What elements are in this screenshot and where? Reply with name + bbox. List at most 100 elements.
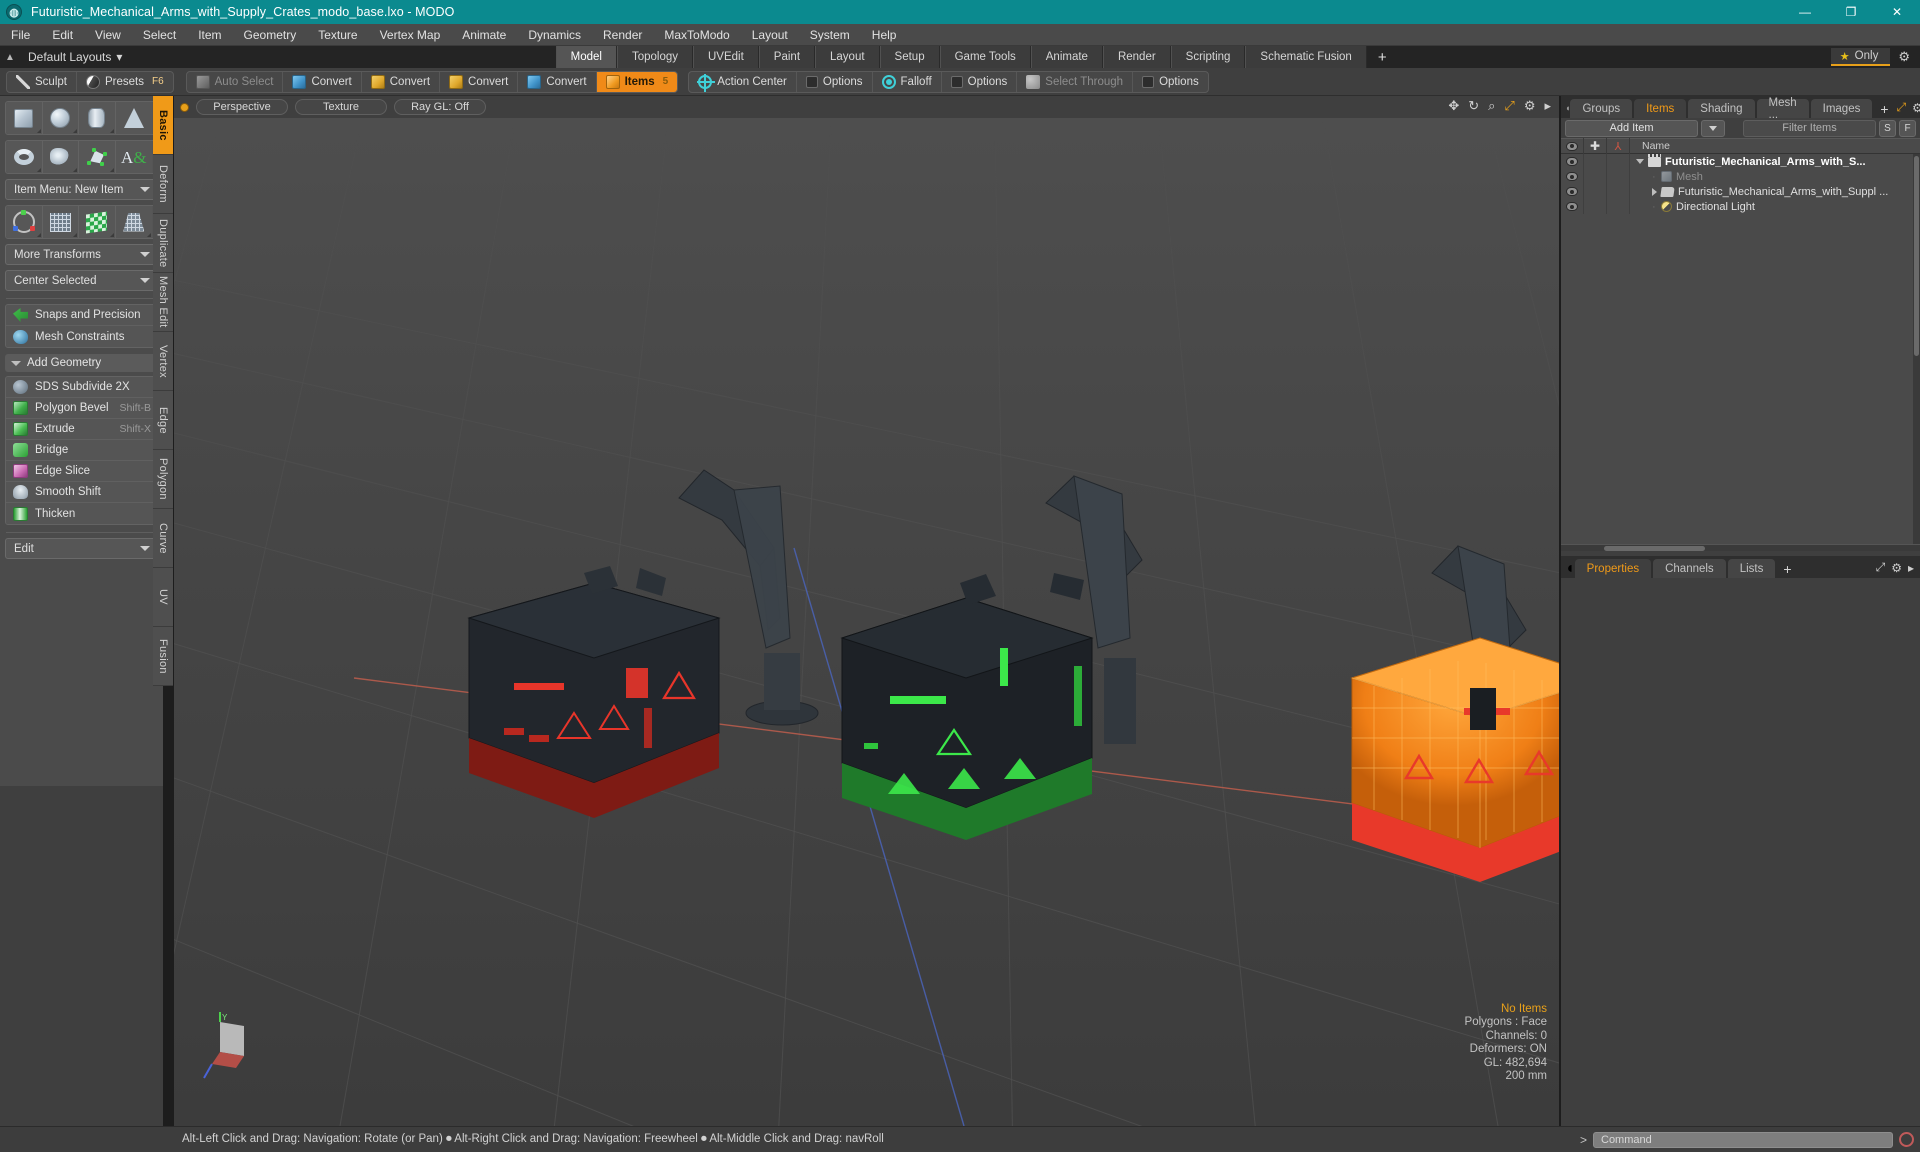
- geometry-tool-sds-subdivide-2x[interactable]: SDS Subdivide 2X: [6, 377, 158, 398]
- axis-column-cell[interactable]: [1607, 169, 1630, 184]
- menu-item-view[interactable]: View: [84, 24, 132, 46]
- menu-item-file[interactable]: File: [0, 24, 41, 46]
- text-primitive-button[interactable]: A&: [115, 141, 152, 173]
- zoom-icon[interactable]: ⌕: [1488, 98, 1495, 114]
- viewport-3d[interactable]: Perspective Texture Ray GL: Off ✥ ↻ ⌕ ⤢ …: [174, 96, 1559, 1126]
- expand-icon-2[interactable]: ⤢: [1876, 560, 1886, 575]
- mesh-grid-button[interactable]: [42, 206, 79, 238]
- vertical-tab-uv[interactable]: UV: [153, 568, 173, 627]
- menu-item-geometry[interactable]: Geometry: [233, 24, 308, 46]
- filter-s-button[interactable]: S: [1879, 119, 1896, 137]
- cylinder-primitive-button[interactable]: [79, 102, 116, 134]
- vertical-tab-vertex[interactable]: Vertex: [153, 332, 173, 391]
- maximize-button[interactable]: ❐: [1828, 0, 1874, 24]
- geometry-tool-thicken[interactable]: Thicken: [6, 503, 158, 524]
- layout-tab-model[interactable]: Model: [555, 46, 617, 68]
- viewport-canvas[interactable]: Y No Items Polygons : Face Channels: 0 D…: [174, 118, 1559, 1126]
- properties-tab-properties[interactable]: Properties: [1574, 559, 1652, 578]
- vertical-tab-edge[interactable]: Edge: [153, 391, 173, 450]
- axis-column-cell[interactable]: [1607, 199, 1630, 214]
- auto-select-button[interactable]: Auto Select: [187, 71, 284, 92]
- lock-column-cell[interactable]: [1584, 184, 1607, 199]
- polygon-primitive-button[interactable]: [79, 141, 116, 173]
- layout-tab-scripting[interactable]: Scripting: [1170, 46, 1246, 68]
- cone-primitive-button[interactable]: [115, 102, 152, 134]
- menu-item-item[interactable]: Item: [187, 24, 232, 46]
- viewport-shading-dropdown[interactable]: Texture: [295, 99, 387, 115]
- filter-f-button[interactable]: F: [1899, 119, 1916, 137]
- falloff-options-button[interactable]: Options: [942, 71, 1018, 92]
- convert-vertices-button[interactable]: Convert: [283, 71, 362, 92]
- visibility-toggle[interactable]: [1561, 154, 1584, 169]
- add-geometry-section-header[interactable]: Add Geometry: [5, 354, 159, 372]
- menu-item-system[interactable]: System: [799, 24, 861, 46]
- close-button[interactable]: ✕: [1874, 0, 1920, 24]
- only-toggle-button[interactable]: ★ Only: [1830, 48, 1891, 66]
- expand-icon[interactable]: ⤢: [1897, 100, 1907, 115]
- chevron-right-icon[interactable]: [1652, 187, 1657, 196]
- items-mode-button[interactable]: Items 5: [596, 71, 678, 92]
- right-tab-items[interactable]: Items: [1634, 99, 1687, 118]
- layout-tab-game-tools[interactable]: Game Tools: [939, 46, 1031, 68]
- transform-gizmo-button[interactable]: [6, 206, 43, 238]
- items-horizontal-scrollbar[interactable]: [1561, 544, 1920, 551]
- add-properties-tab-button[interactable]: +: [1777, 559, 1797, 578]
- action-center-options-button[interactable]: Options: [797, 71, 873, 92]
- menu-item-help[interactable]: Help: [861, 24, 908, 46]
- lock-column-cell[interactable]: [1584, 169, 1607, 184]
- presets-button[interactable]: Presets F6: [77, 72, 173, 92]
- checker-mesh-button[interactable]: [79, 206, 116, 238]
- filter-items-input[interactable]: Filter Items: [1743, 119, 1876, 137]
- vertical-tab-curve[interactable]: Curve: [153, 509, 173, 568]
- viewport-projection-dropdown[interactable]: Perspective: [196, 99, 288, 115]
- layout-tab-topology[interactable]: Topology: [616, 46, 693, 68]
- axis-column-cell[interactable]: [1607, 184, 1630, 199]
- geometry-tool-bridge[interactable]: Bridge: [6, 440, 158, 461]
- layout-tab-layout[interactable]: Layout: [815, 46, 880, 68]
- gear-icon-2[interactable]: ⚙: [1891, 561, 1902, 575]
- menu-item-select[interactable]: Select: [132, 24, 187, 46]
- select-through-button[interactable]: Select Through: [1017, 71, 1134, 92]
- default-layouts-dropdown[interactable]: Default Layouts ▾: [20, 50, 122, 64]
- menu-item-dynamics[interactable]: Dynamics: [517, 24, 592, 46]
- layout-tab-animate[interactable]: Animate: [1030, 46, 1103, 68]
- menu-item-maxtomodo[interactable]: MaxToModo: [653, 24, 740, 46]
- move-icon[interactable]: ✥: [1448, 98, 1459, 114]
- sphere-primitive-button[interactable]: [42, 102, 79, 134]
- layout-tab-setup[interactable]: Setup: [879, 46, 940, 68]
- falloff-button[interactable]: Falloff: [873, 71, 942, 92]
- right-tab-shading[interactable]: Shading: [1688, 99, 1755, 118]
- right-tab-groups[interactable]: Groups: [1570, 99, 1633, 118]
- snaps-and-precision-item[interactable]: Snaps and Precision: [6, 305, 158, 326]
- gear-icon[interactable]: ⚙: [1912, 101, 1920, 115]
- geometry-tool-smooth-shift[interactable]: Smooth Shift: [6, 482, 158, 503]
- rotate-icon[interactable]: ↻: [1468, 98, 1479, 114]
- sculpt-button[interactable]: Sculpt: [7, 71, 77, 92]
- torus-primitive-button[interactable]: [6, 141, 43, 173]
- properties-menu-icon[interactable]: ◖: [1565, 560, 1575, 578]
- menu-item-render[interactable]: Render: [592, 24, 653, 46]
- menu-item-animate[interactable]: Animate: [451, 24, 517, 46]
- cube-primitive-button[interactable]: [6, 102, 43, 134]
- command-input[interactable]: Command: [1593, 1131, 1893, 1148]
- item-menu-dropdown[interactable]: Item Menu: New Item: [5, 179, 159, 200]
- visibility-toggle[interactable]: [1561, 199, 1584, 214]
- vertical-tab-basic[interactable]: Basic: [153, 96, 173, 155]
- menu-item-vertex-map[interactable]: Vertex Map: [369, 24, 452, 46]
- select-through-options-button[interactable]: Options: [1133, 72, 1208, 92]
- mesh-constraints-item[interactable]: Mesh Constraints: [6, 326, 158, 347]
- more-icon[interactable]: ▸: [1544, 98, 1551, 114]
- properties-tab-lists[interactable]: Lists: [1727, 559, 1776, 578]
- convert-edges-button[interactable]: Convert: [362, 71, 441, 92]
- visibility-toggle[interactable]: [1561, 169, 1584, 184]
- geometry-tool-edge-slice[interactable]: Edge Slice: [6, 461, 158, 482]
- menu-item-layout[interactable]: Layout: [741, 24, 799, 46]
- convert-materials-button[interactable]: Convert: [518, 71, 597, 92]
- add-right-tab-button[interactable]: +: [1874, 99, 1894, 118]
- lock-column-cell[interactable]: [1584, 199, 1607, 214]
- convert-polygons-button[interactable]: Convert: [440, 71, 519, 92]
- layout-tab-render[interactable]: Render: [1102, 46, 1171, 68]
- lock-column-cell[interactable]: [1584, 154, 1607, 169]
- vertical-tab-polygon[interactable]: Polygon: [153, 450, 173, 509]
- items-tree-row[interactable]: Futuristic_Mechanical_Arms_with_S...: [1561, 153, 1920, 169]
